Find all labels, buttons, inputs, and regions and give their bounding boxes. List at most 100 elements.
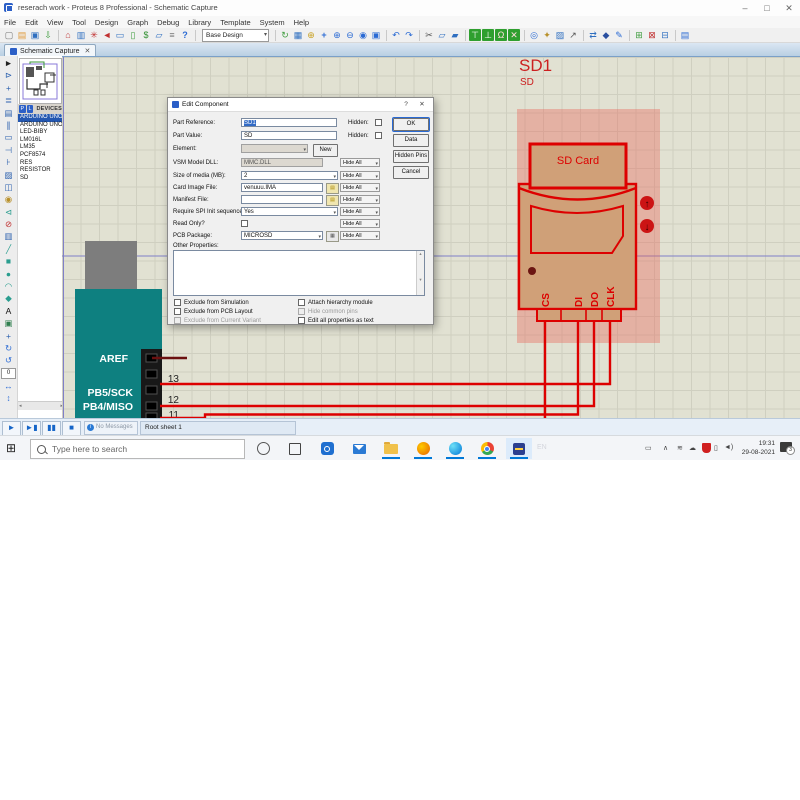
read-only-checkbox[interactable] <box>241 220 248 227</box>
save-button[interactable]: ▣ <box>29 29 41 41</box>
rotate-clockwise-button[interactable]: ↻ <box>2 342 16 354</box>
onedrive-tray-icon[interactable]: ☁ <box>689 444 696 452</box>
device-item-res[interactable]: RES <box>18 160 62 168</box>
erc-button[interactable]: ▱ <box>153 29 165 41</box>
delete-block-button[interactable]: ✕ <box>508 29 520 41</box>
network-tray-icon[interactable]: ≋ <box>677 444 683 452</box>
undo-button[interactable]: ↶ <box>390 29 402 41</box>
card-image-browse-icon[interactable]: ▤ <box>326 183 339 194</box>
bill-of-materials-button[interactable]: $ <box>140 29 152 41</box>
spi-init-dropdown[interactable]: Yes <box>241 207 338 216</box>
menu-library[interactable]: Library <box>188 18 211 27</box>
device-pins-mode-button[interactable]: ⊦ <box>2 156 16 168</box>
menu-debug[interactable]: Debug <box>157 18 179 27</box>
device-item-pcf8574[interactable]: PCF8574 <box>18 152 62 160</box>
app-icon-task-view[interactable] <box>282 438 308 459</box>
component-browser-button[interactable]: ▥ <box>75 29 87 41</box>
packaging-tool-button[interactable]: ▨ <box>554 29 566 41</box>
2d-marker-mode-button[interactable]: + <box>2 330 16 342</box>
2d-symbol-mode-button[interactable]: ▣ <box>2 317 16 329</box>
refresh-button[interactable]: ↻ <box>279 29 291 41</box>
pause-button[interactable]: ▮▮ <box>42 421 61 436</box>
dialog-help-button[interactable]: ? <box>400 100 412 109</box>
app-icon-mail[interactable] <box>346 438 372 459</box>
device-item-sd[interactable]: SD <box>18 175 62 183</box>
zoom-out-button[interactable]: ⊖ <box>344 29 356 41</box>
device-item-lm016l[interactable]: LM016L <box>18 137 62 145</box>
textarea-scrollbar[interactable]: ▴▾ <box>416 251 424 295</box>
help-button[interactable]: ? <box>179 29 191 41</box>
import-button[interactable]: ⇩ <box>42 29 54 41</box>
2d-text-mode-button[interactable]: A <box>2 305 16 317</box>
netlist-report-button[interactable]: ≡ <box>166 29 178 41</box>
device-item-led-biby[interactable]: LED-BIBY <box>18 129 62 137</box>
2d-circle-mode-button[interactable]: ● <box>2 268 16 280</box>
part-reference-annotation[interactable]: SD1 <box>519 56 552 76</box>
menu-system[interactable]: System <box>260 18 285 27</box>
pcb-package-browse-icon[interactable]: ▦ <box>326 231 339 242</box>
manifest-hide-dropdown[interactable]: Hide All <box>340 195 380 204</box>
voltage-probe-mode-button[interactable]: ⊲ <box>2 206 16 218</box>
app-icon-proteus[interactable] <box>506 438 532 459</box>
element-dropdown[interactable] <box>241 144 308 153</box>
card-image-hide-dropdown[interactable]: Hide All <box>340 183 380 192</box>
subcircuit-mode-button[interactable]: ▭ <box>2 131 16 143</box>
media-size-dropdown[interactable]: 2 <box>241 171 338 180</box>
dialog-titlebar[interactable]: Edit Component <box>168 98 433 112</box>
antivirus-shield-icon[interactable] <box>702 443 711 455</box>
decompose-button[interactable]: ↗ <box>567 29 579 41</box>
pick-devices-button[interactable]: P <box>19 105 26 113</box>
media-size-hide-dropdown[interactable]: Hide All <box>340 171 380 180</box>
device-item-lm35[interactable]: LM35 <box>18 144 62 152</box>
display-options-button[interactable]: ▭ <box>114 29 126 41</box>
edit-all-properties-checkbox[interactable] <box>298 317 305 324</box>
pcb-package-dropdown[interactable]: MICROSD <box>241 231 323 240</box>
menu-graph[interactable]: Graph <box>127 18 148 27</box>
2d-box-mode-button[interactable]: ■ <box>2 255 16 267</box>
paste-button[interactable]: ▰ <box>449 29 461 41</box>
2d-line-mode-button[interactable]: ╱ <box>2 243 16 255</box>
snap-toggle-button[interactable]: ◄ <box>101 29 113 41</box>
app-icon-cortana[interactable] <box>250 438 276 459</box>
grid-toggle-button[interactable]: ▦ <box>292 29 304 41</box>
new-element-button[interactable]: New <box>313 144 338 157</box>
generator-mode-button[interactable]: ◉ <box>2 193 16 205</box>
search-and-tag-button[interactable]: ◆ <box>600 29 612 41</box>
zoom-all-button[interactable]: ◉ <box>357 29 369 41</box>
goto-sheet-button[interactable]: ⊟ <box>659 29 671 41</box>
design-selector-dropdown[interactable]: Base Design <box>202 29 269 42</box>
rotation-angle-field[interactable]: 0 <box>1 368 16 379</box>
terminals-mode-button[interactable]: ⊣ <box>2 144 16 156</box>
app-icon-skype[interactable] <box>314 438 340 459</box>
graph-mode-button[interactable]: ▨ <box>2 169 16 181</box>
other-properties-textarea[interactable]: ▴▾ <box>173 250 425 296</box>
exclude-simulation-checkbox[interactable] <box>174 299 181 306</box>
rotate-block-button[interactable]: Ω <box>495 29 507 41</box>
tab-close-icon[interactable]: ✕ <box>85 47 91 55</box>
taskbar-search[interactable]: Type here to search <box>30 439 245 459</box>
spi-init-hide-dropdown[interactable]: Hide All <box>340 207 380 216</box>
menu-edit[interactable]: Edit <box>25 18 38 27</box>
maximize-button[interactable]: □ <box>756 1 778 15</box>
move-block-button[interactable]: ⊥ <box>482 29 494 41</box>
read-only-hide-dropdown[interactable]: Hide All <box>340 219 380 228</box>
virtual-instruments-mode-button[interactable]: ▥ <box>2 230 16 242</box>
clock[interactable]: 19:3129-08-2021 <box>735 439 775 457</box>
start-button[interactable]: ⊞ <box>6 441 20 455</box>
exclude-pcb-checkbox[interactable] <box>174 308 181 315</box>
wire-autorouter-button[interactable]: ⇄ <box>587 29 599 41</box>
volume-tray-icon[interactable]: ◄) <box>724 444 733 451</box>
new-sheet-button[interactable]: ⊞ <box>633 29 645 41</box>
your-phone-tray-icon[interactable]: ▯ <box>714 444 718 452</box>
rotate-anticlockwise-button[interactable]: ↺ <box>2 354 16 366</box>
copy-button[interactable]: ▱ <box>436 29 448 41</box>
property-assignment-button[interactable]: ✎ <box>613 29 625 41</box>
device-item-resistor[interactable]: RESISTOR <box>18 167 62 175</box>
part-reference-field[interactable]: SD1 <box>241 118 337 127</box>
text-script-mode-button[interactable]: ▤ <box>2 107 16 119</box>
notification-center-icon[interactable]: 3 <box>780 442 792 452</box>
selection-mode-button[interactable]: ► <box>2 57 16 69</box>
false-origin-button[interactable]: ⊕ <box>305 29 317 41</box>
hidden-checkbox-2[interactable] <box>375 132 382 139</box>
hidden-checkbox-1[interactable] <box>375 119 382 126</box>
